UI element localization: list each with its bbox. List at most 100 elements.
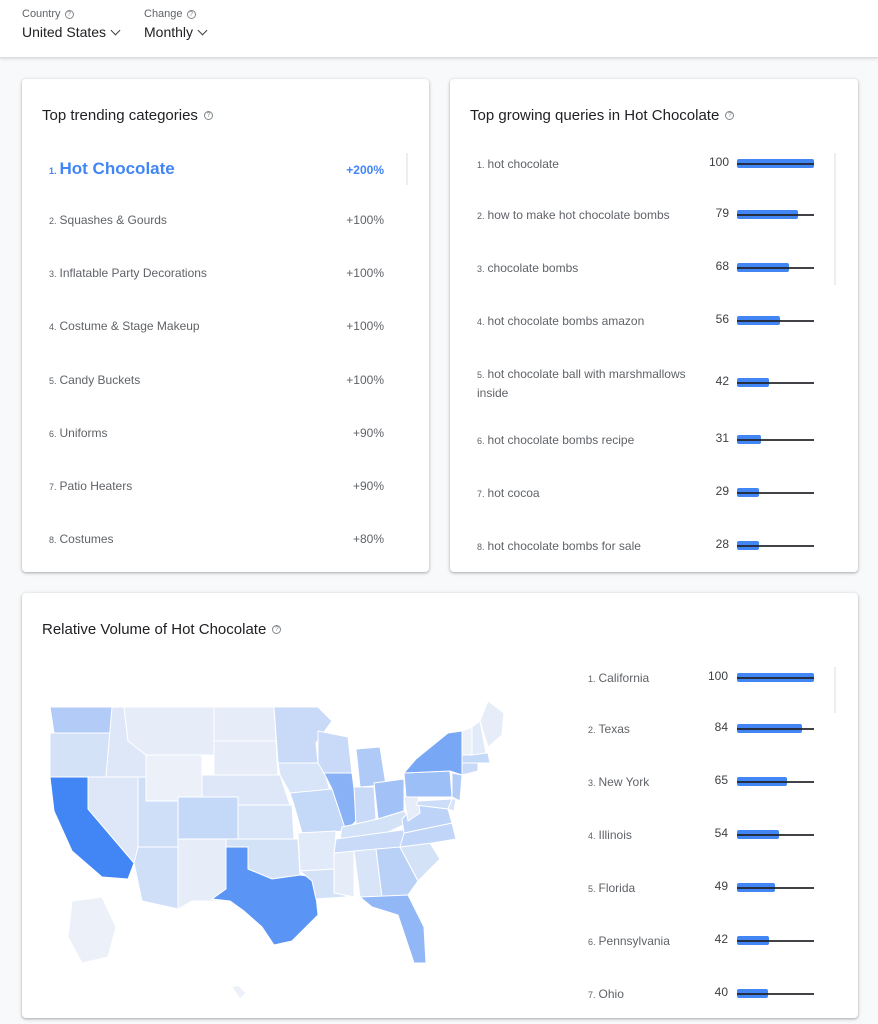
map-state-colorado[interactable] (177, 796, 239, 840)
map-state-new-jersey[interactable] (451, 772, 463, 802)
us-map[interactable] (42, 701, 522, 1021)
map-state-wyoming[interactable] (145, 754, 203, 802)
category-name: Candy Buckets (59, 373, 141, 387)
rank: 8. (49, 535, 57, 545)
relative-volume-card: Relative Volume of Hot Chocolate ? 1. Cal… (22, 593, 858, 1018)
bar-track (737, 439, 814, 441)
help-icon[interactable]: ? (186, 9, 196, 19)
item-value: 31 (715, 431, 729, 445)
map-state-vermont[interactable] (461, 726, 473, 756)
help-icon[interactable]: ? (272, 625, 282, 634)
rank: 3. (477, 264, 485, 274)
help-icon[interactable]: ? (725, 111, 735, 120)
scrollbar[interactable] (834, 153, 836, 285)
bar-track (737, 940, 814, 942)
item-name: California (598, 671, 650, 685)
item-value: 54 (714, 826, 728, 840)
rank: 6. (477, 436, 485, 446)
map-state-montana[interactable] (123, 706, 215, 756)
change-dropdown[interactable]: Monthly (144, 24, 208, 40)
category-change: +100% (346, 266, 384, 280)
region-list: 1. California 100 2. Texas 84 3. New York 65 4. Il… (580, 593, 858, 1018)
item-value: 100 (707, 669, 728, 683)
rank: 4. (588, 831, 596, 841)
rank: 5. (477, 370, 485, 380)
country-filter-label: Country (22, 8, 61, 20)
item-value: 40 (714, 985, 728, 999)
map-state-north-dakota[interactable] (213, 706, 277, 742)
map-state-arkansas[interactable] (297, 830, 337, 872)
bar-track (737, 781, 814, 783)
rank: 5. (588, 884, 596, 894)
chevron-down-icon (110, 25, 121, 35)
item-name: how to make hot chocolate bombs (487, 208, 670, 222)
map-state-arizona[interactable] (133, 846, 179, 910)
bar-track (737, 267, 814, 269)
scrollbar[interactable] (834, 667, 836, 713)
map-state-new-york[interactable] (402, 730, 463, 776)
item-value: 42 (715, 374, 729, 388)
help-icon[interactable]: ? (64, 9, 74, 19)
item-name: New York (598, 775, 650, 789)
rank: 3. (588, 778, 596, 788)
rank: 4. (49, 322, 57, 332)
map-state-south-dakota[interactable] (213, 740, 279, 776)
bar-track (737, 993, 814, 995)
category-name: Squashes & Gourds (59, 213, 167, 227)
item-name: hot chocolate bombs for sale (487, 539, 641, 553)
bar-track (737, 492, 814, 494)
item-name: hot chocolate bombs amazon (487, 314, 645, 328)
category-change: +100% (346, 213, 384, 227)
change-filter: Change ? Monthly (144, 8, 208, 40)
item-value: 68 (715, 259, 729, 273)
map-state-michigan[interactable] (355, 746, 387, 788)
map-state-washington[interactable] (49, 706, 113, 734)
country-filter: Country ? United States (22, 8, 121, 40)
change-filter-label: Change (144, 8, 183, 20)
rank: 2. (49, 216, 57, 226)
category-change: +90% (352, 479, 384, 493)
category-name: Inflatable Party Decorations (59, 266, 207, 280)
trending-categories-card: Top trending categories ? 1. Hot Chocolat… (22, 79, 429, 572)
rank: 5. (49, 376, 57, 386)
item-name: Illinois (598, 828, 632, 842)
bar-track (737, 382, 814, 384)
bar-track (737, 214, 814, 216)
bar-track (737, 887, 814, 889)
rank: 2. (477, 211, 485, 221)
rank: 3. (49, 269, 57, 279)
rank: 7. (49, 482, 57, 492)
rank: 6. (49, 429, 57, 439)
item-value: 100 (708, 155, 729, 169)
item-name: chocolate bombs (487, 261, 579, 275)
map-state-alaska[interactable] (67, 896, 117, 964)
help-icon[interactable]: ? (203, 111, 213, 120)
map-state-mississippi[interactable] (333, 850, 355, 898)
map-state-oregon[interactable] (49, 732, 113, 778)
country-dropdown-value: United States (22, 24, 107, 40)
map-state-indiana[interactable] (353, 786, 377, 826)
item-value: 42 (714, 932, 728, 946)
category-change: +200% (346, 163, 384, 177)
rank: 1. (477, 160, 485, 170)
item-value: 84 (714, 720, 728, 734)
map-state-wisconsin[interactable] (317, 730, 353, 774)
category-change: +100% (346, 319, 384, 333)
growing-queries-card: Top growing queries in Hot Chocolate ? 1… (450, 79, 858, 572)
change-dropdown-value: Monthly (144, 24, 194, 40)
card-title: Top trending categories (42, 107, 198, 124)
map-state-pennsylvania[interactable] (403, 770, 453, 798)
rank: 7. (588, 990, 596, 1000)
scrollbar[interactable] (406, 153, 408, 185)
map-state-hawaii[interactable] (231, 984, 247, 1000)
category-change: +80% (352, 532, 384, 546)
country-dropdown[interactable]: United States (22, 24, 121, 40)
map-state-kansas[interactable] (237, 804, 295, 840)
map-state-florida[interactable] (358, 894, 427, 964)
item-name: hot chocolate bombs recipe (487, 433, 635, 447)
category-name: Uniforms (59, 426, 108, 440)
item-name: Ohio (598, 987, 624, 1001)
category-change: +90% (352, 426, 384, 440)
bar-track (737, 545, 814, 547)
category-name: Costume & Stage Makeup (59, 319, 200, 333)
